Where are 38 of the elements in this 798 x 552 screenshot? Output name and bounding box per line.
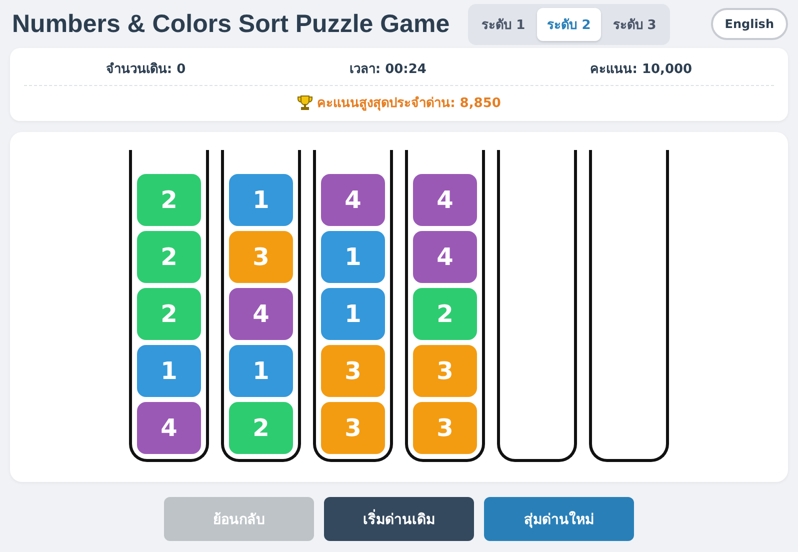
number-block: 1: [229, 174, 293, 226]
game-title: Numbers & Colors Sort Puzzle Game: [12, 10, 450, 38]
tube[interactable]: [497, 150, 577, 462]
number-block: 4: [229, 288, 293, 340]
number-block: 2: [229, 402, 293, 454]
number-block: 4: [137, 402, 201, 454]
stat-text: เวลา: 00:24: [349, 61, 426, 79]
number-block: 4: [321, 174, 385, 226]
best-score-text: คะแนนสูงสุดประจำด่าน: 8,850: [317, 95, 501, 113]
restart-button[interactable]: เริ่มด่านเดิม: [324, 497, 474, 541]
number-block: 2: [137, 231, 201, 283]
number-block: 1: [321, 231, 385, 283]
number-block: 3: [413, 345, 477, 397]
tube[interactable]: 2 2 2 1 4: [129, 150, 209, 462]
stat-text: คะแนน: 10,000: [590, 61, 692, 79]
level-tab[interactable]: ระดับ 2: [537, 8, 601, 40]
language-button[interactable]: English: [710, 8, 788, 40]
tube[interactable]: [589, 150, 669, 462]
trophy-icon: [297, 94, 314, 110]
level-tab[interactable]: ระดับ 1: [472, 8, 536, 40]
number-block: 2: [413, 288, 477, 340]
new-level-button[interactable]: สุ่มด่านใหม่: [484, 497, 634, 541]
number-block: 1: [137, 345, 201, 397]
number-block: 3: [229, 231, 293, 283]
tube[interactable]: 1 3 4 1 2: [221, 150, 301, 462]
number-block: 1: [229, 345, 293, 397]
number-block: 4: [413, 231, 477, 283]
number-block: 3: [413, 402, 477, 454]
number-block: 4: [413, 174, 477, 226]
tube[interactable]: 4 1 1 3 3: [313, 150, 393, 462]
tube[interactable]: 4 4 2 3 3: [405, 150, 485, 462]
number-block: 3: [321, 402, 385, 454]
number-block: 3: [321, 345, 385, 397]
number-block: 2: [137, 288, 201, 340]
number-block: 1: [321, 288, 385, 340]
number-block: 2: [137, 174, 201, 226]
level-tab[interactable]: ระดับ 3: [602, 8, 666, 40]
stat-text: จำนวนเดิน: 0: [106, 61, 186, 79]
